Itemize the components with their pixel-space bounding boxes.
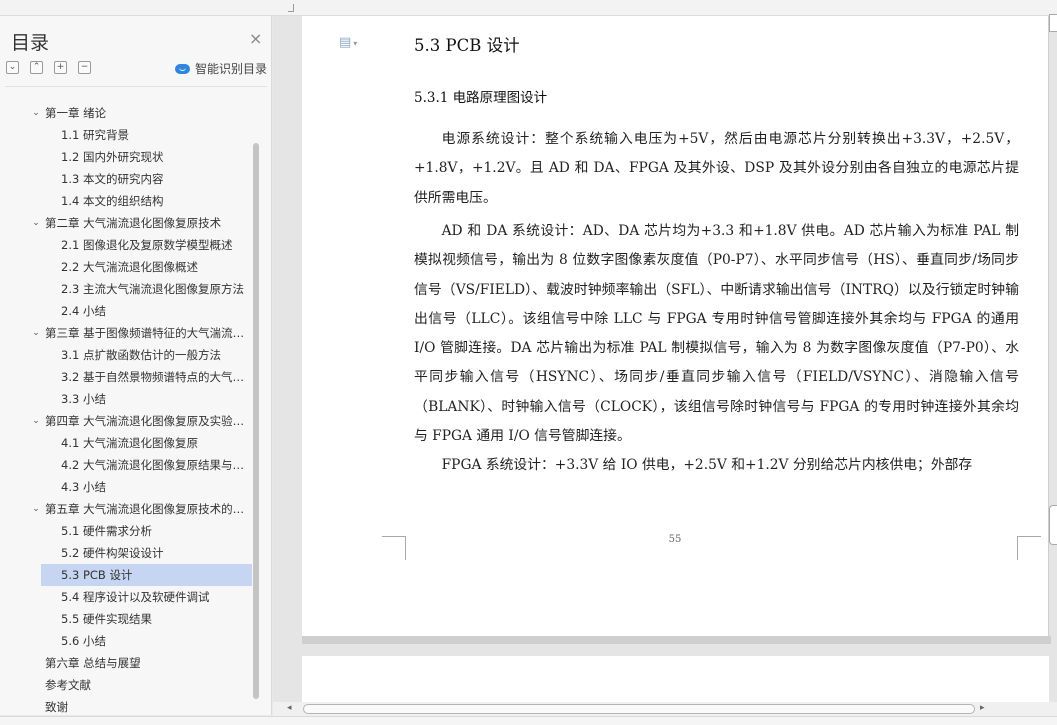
- toc-section-item[interactable]: 2.2 大气湍流退化图像概述: [61, 256, 246, 278]
- toc-section-item[interactable]: 3.2 基于自然景物频谱特点的大气湍流: [61, 366, 246, 388]
- chevron-down-icon[interactable]: ⌄: [31, 322, 41, 344]
- toc-chapter-item[interactable]: 致谢: [45, 696, 246, 718]
- toc-chapter-item[interactable]: 第六章 总结与展望: [45, 652, 246, 674]
- paragraph-power-system: 电源系统设计：整个系统输入电压为+5V，然后由电源芯片分别转换出+3.3V，+2…: [414, 131, 1019, 206]
- horizontal-scrollbar[interactable]: ◂ ▸: [273, 702, 1057, 716]
- toc-section-item[interactable]: 3.1 点扩散函数估计的一般方法: [61, 344, 246, 366]
- toc-section-item[interactable]: 3.3 小结: [61, 388, 246, 410]
- side-panel-toggle[interactable]: [1049, 14, 1057, 32]
- toc-section-item[interactable]: 2.4 小结: [61, 300, 246, 322]
- toc-chapter-item[interactable]: 第二章 大气湍流退化图像复原技术: [45, 212, 246, 234]
- toc-section-item[interactable]: 1.1 研究背景: [61, 124, 246, 146]
- section-heading: 5.3 PCB 设计: [414, 36, 520, 55]
- smart-recognize-toc-button[interactable]: 智能识别目录: [175, 60, 267, 77]
- ruler-mark: [288, 4, 294, 12]
- paragraph-fpga-system: FPGA 系统设计：+3.3V 给 IO 供电，+2.5V 和+1.2V 分别给…: [441, 457, 973, 473]
- toc-title: 目录: [11, 32, 50, 54]
- toc-section-item[interactable]: 5.6 小结: [61, 630, 246, 652]
- toc-chapter-item[interactable]: 参考文献: [45, 674, 246, 696]
- cloud-icon: [175, 63, 190, 74]
- toc-section-item[interactable]: 1.2 国内外研究现状: [61, 146, 246, 168]
- remove-heading-button[interactable]: −: [78, 61, 91, 74]
- toc-chapter-item[interactable]: 第四章 大气湍流退化图像复原及实验结果: [45, 410, 246, 432]
- subsection-heading: 5.3.1 电路原理图设计: [414, 90, 548, 106]
- collapse-all-button[interactable]: ⌄: [6, 61, 19, 74]
- toc-section-item[interactable]: 5.1 硬件需求分析: [61, 520, 246, 542]
- page-number: 55: [668, 534, 682, 545]
- top-toolbar-strip: [0, 0, 1057, 16]
- toc-section-item[interactable]: 5.3 PCB 设计: [41, 564, 252, 586]
- chevron-down-icon[interactable]: ⌄: [31, 212, 41, 234]
- toc-section-item[interactable]: 4.3 小结: [61, 476, 246, 498]
- toc-section-item[interactable]: 2.3 主流大气湍流退化图像复原方法: [61, 278, 246, 300]
- next-page: [302, 656, 1049, 703]
- chevron-down-icon[interactable]: ⌄: [31, 498, 41, 520]
- document-page: ▤ ▾ 5.3 PCB 设计 5.3.1 电路原理图设计 电源系统设计：整个系统输…: [302, 16, 1049, 636]
- page-gap: [302, 636, 1051, 644]
- expand-up-button[interactable]: ⌃: [30, 61, 43, 74]
- toc-panel: 目录 × ⌄ ⌃ + − 智能识别目录 ⌄ 第一章 绪论 1.1 研究背景 1.2 国…: [0, 16, 272, 715]
- side-panel-handle[interactable]: [1049, 505, 1057, 545]
- chevron-down-icon[interactable]: ⌄: [31, 410, 41, 432]
- toc-section-item[interactable]: 5.5 硬件实现结果: [61, 608, 246, 630]
- toc-section-item[interactable]: 2.1 图像退化及复原数学模型概述: [61, 234, 246, 256]
- close-icon[interactable]: ×: [249, 31, 262, 47]
- toc-section-item[interactable]: 1.3 本文的研究内容: [61, 168, 246, 190]
- scroll-right-icon[interactable]: ▸: [980, 703, 985, 713]
- toc-section-item[interactable]: 5.4 程序设计以及软硬件调试: [61, 586, 246, 608]
- toc-chapter-item[interactable]: 第三章 基于图像频谱特征的大气湍流退化: [45, 322, 246, 344]
- toc-section-item[interactable]: 1.4 本文的组织结构: [61, 190, 246, 212]
- paragraph-ad-da-system: AD 和 DA 系统设计：AD、DA 芯片均为+3.3 和+1.8V 供电。AD…: [414, 223, 1019, 445]
- toc-chapter-item[interactable]: 第五章 大气湍流退化图像复原技术的硬件: [45, 498, 246, 520]
- document-area: ▤ ▾ 5.3 PCB 设计 5.3.1 电路原理图设计 电源系统设计：整个系统输…: [273, 16, 1057, 703]
- toc-scrollbar[interactable]: [253, 143, 259, 699]
- toc-section-item[interactable]: 4.1 大气湍流退化图像复原: [61, 432, 246, 454]
- toc-section-item[interactable]: 4.2 大气湍流退化图像复原结果与分析: [61, 454, 246, 476]
- scrollbar-thumb[interactable]: [303, 704, 975, 714]
- status-bar: [0, 716, 1057, 725]
- scroll-left-icon[interactable]: ◂: [287, 703, 292, 713]
- add-heading-button[interactable]: +: [54, 61, 67, 74]
- toc-divider: [5, 86, 267, 87]
- smart-recognize-label: 智能识别目录: [195, 62, 268, 76]
- toc-section-item[interactable]: 5.2 硬件构架设设计: [61, 542, 246, 564]
- document-icon[interactable]: ▤ ▾: [339, 35, 357, 50]
- toc-chapter-item[interactable]: 第一章 绪论: [45, 102, 246, 124]
- chevron-down-icon[interactable]: ⌄: [31, 102, 41, 124]
